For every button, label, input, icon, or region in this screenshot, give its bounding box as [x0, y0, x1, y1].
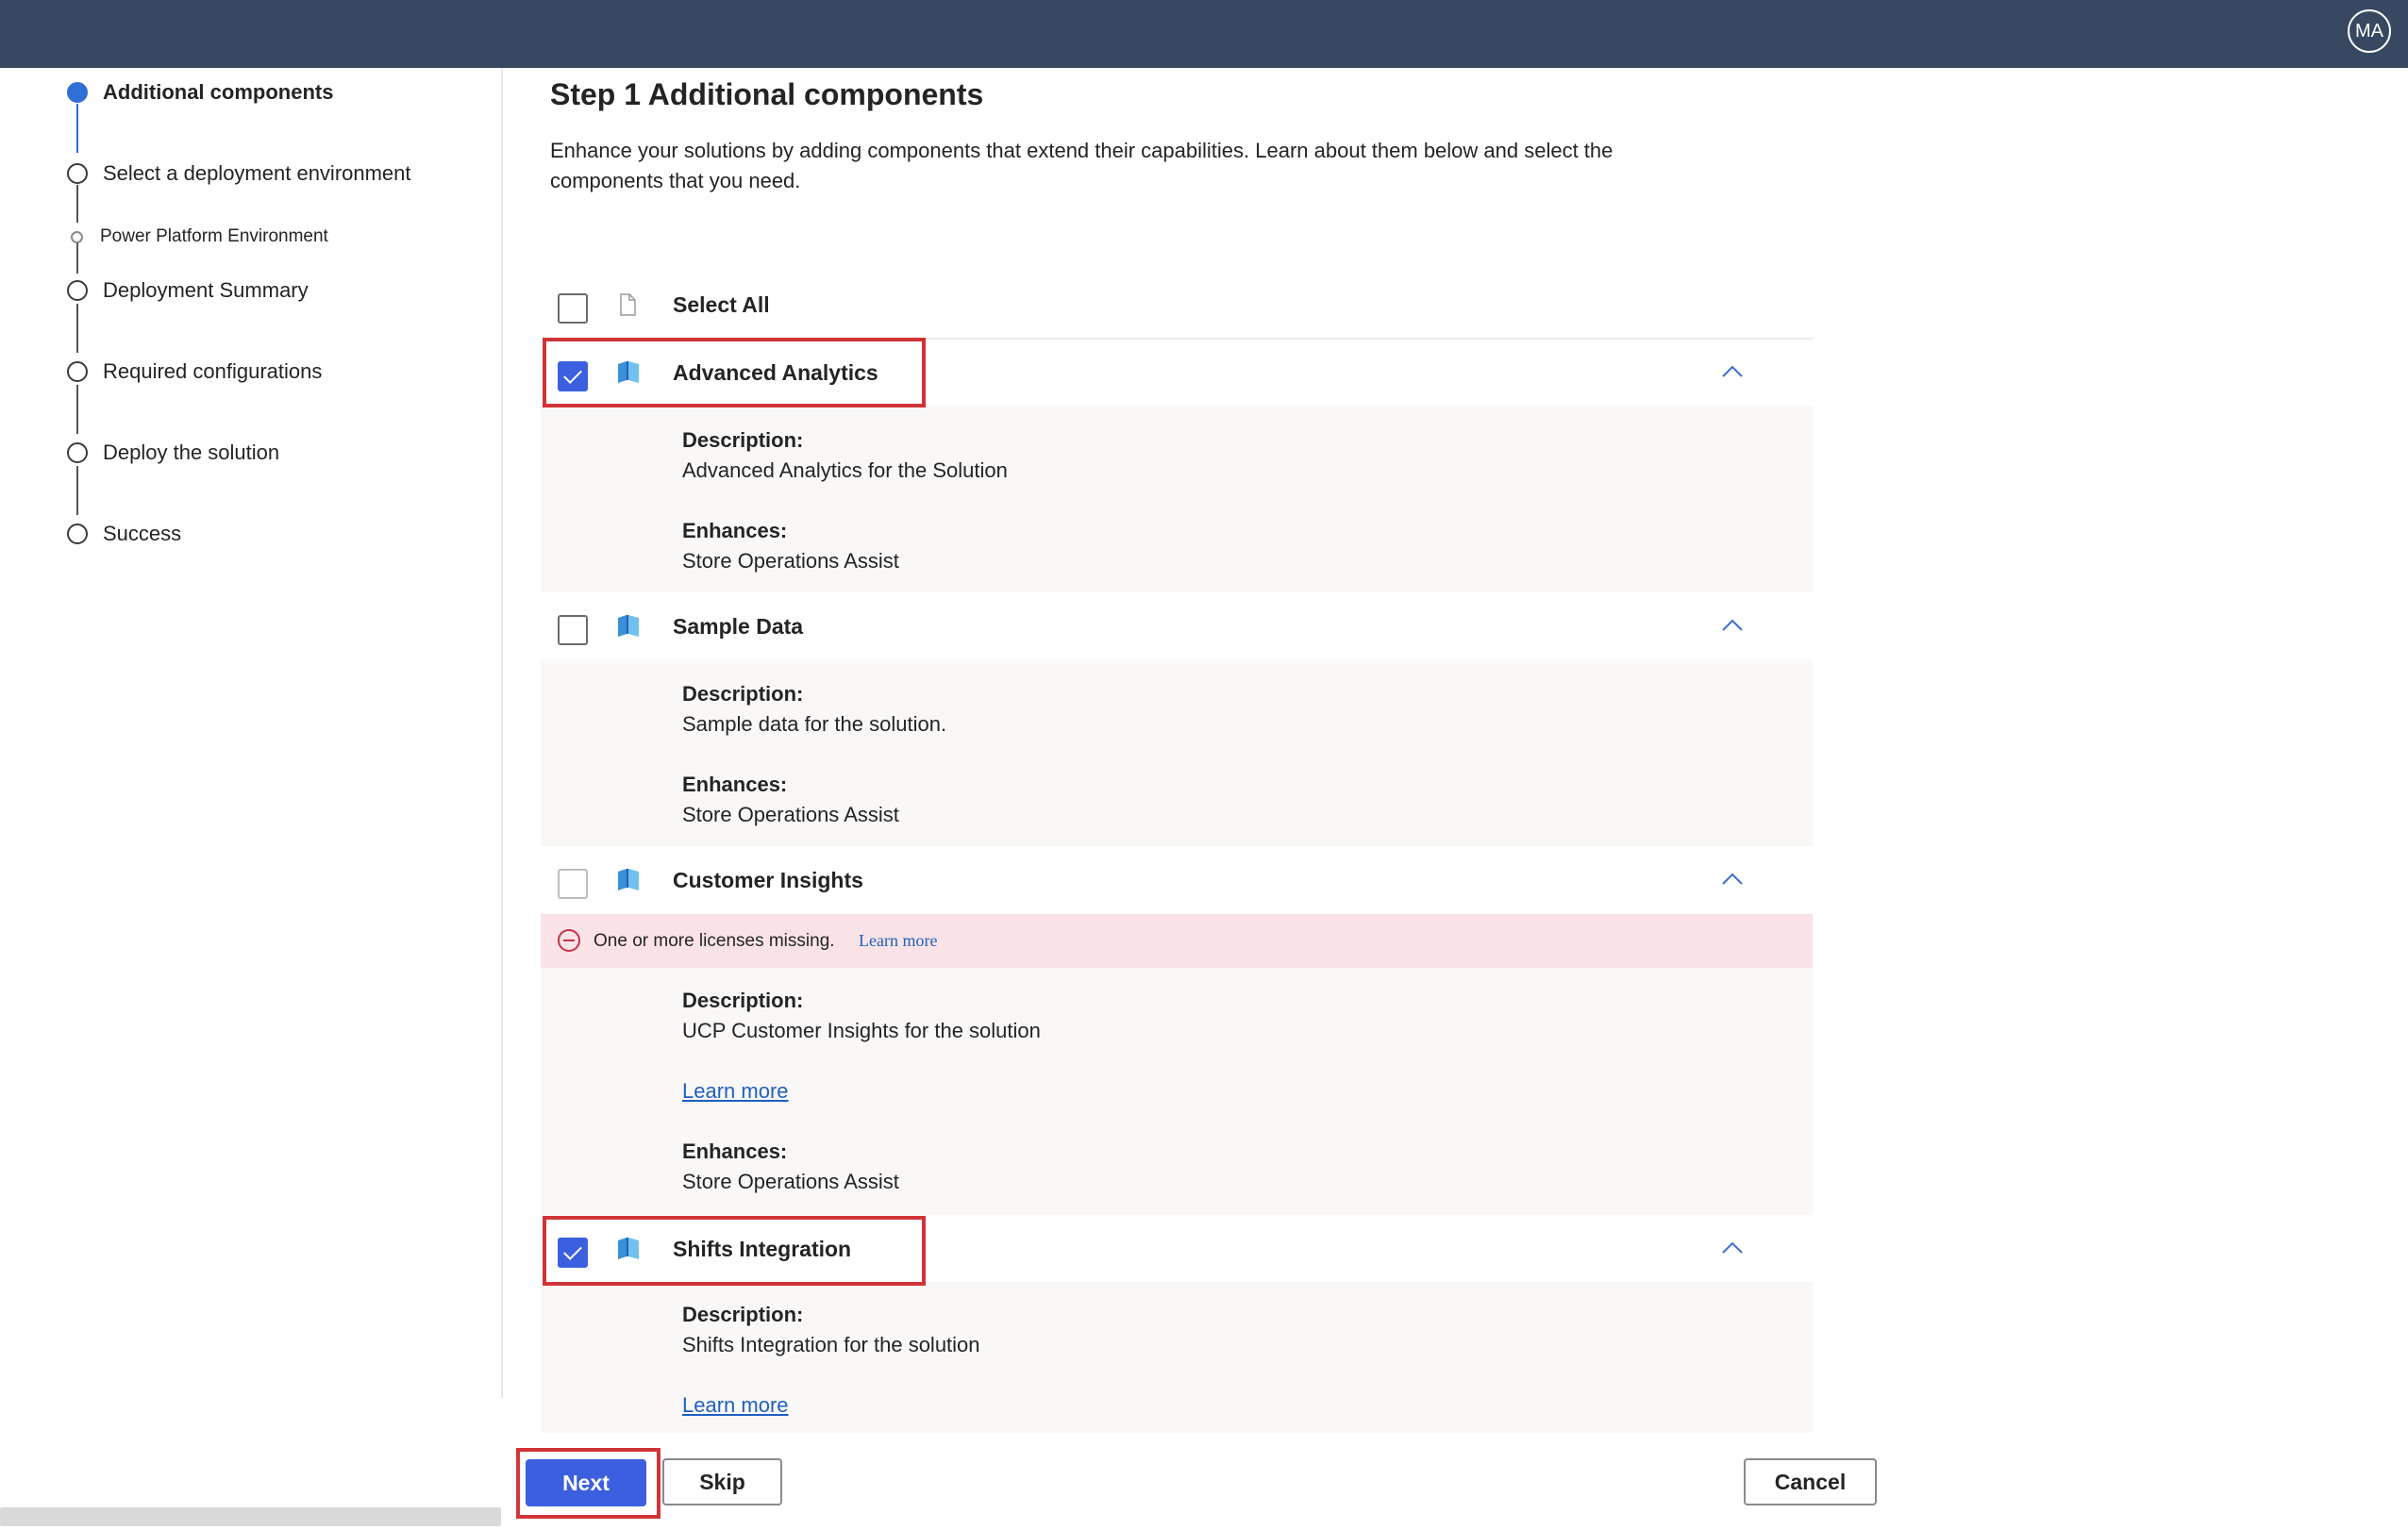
description-text: Advanced Analytics for the Solution: [682, 458, 1008, 482]
chevron-up-icon[interactable]: [1720, 1237, 1745, 1261]
error-circle-icon: [558, 929, 580, 952]
step-label: Deployment Summary: [103, 278, 309, 302]
step-label: Additional components: [103, 80, 334, 104]
substep-icon: [71, 230, 83, 243]
enhances-text: Store Operations Assist: [682, 549, 899, 573]
step-connector: [76, 466, 78, 515]
step-label: Power Platform Environment: [100, 226, 328, 246]
step-label: Success: [103, 522, 182, 545]
sidebar-stepper: [0, 68, 503, 1398]
highlight-box: [543, 338, 926, 407]
step-connector: [76, 385, 78, 434]
step-connector: [76, 240, 78, 274]
enhances-text: Store Operations Assist: [682, 1170, 899, 1193]
component-name: Sample Data: [673, 614, 804, 639]
step-label: Select a deployment environment: [103, 161, 411, 185]
step-active-icon: [67, 82, 88, 103]
chevron-up-icon[interactable]: [1720, 360, 1745, 385]
step-pending-icon: [67, 361, 88, 382]
enhances-label: Enhances:: [682, 773, 788, 796]
learn-more-link[interactable]: Learn more: [682, 1079, 789, 1104]
step-connector: [76, 304, 78, 353]
top-bar: MA: [0, 0, 2408, 68]
sample-data-checkbox[interactable]: [558, 615, 588, 645]
component-icon: [618, 615, 639, 637]
select-all-row: Select All: [541, 272, 1813, 340]
step-connector: [76, 104, 78, 153]
avatar-initials: MA: [2355, 20, 2383, 42]
license-missing-alert: One or more licenses missing. Learn more: [541, 914, 1813, 968]
component-details-sample-data: Description: Sample data for the solutio…: [541, 659, 1813, 846]
chevron-up-icon[interactable]: [1720, 614, 1745, 639]
component-details-advanced-analytics: Description: Advanced Analytics for the …: [541, 406, 1813, 592]
page-title: Step 1 Additional components: [550, 77, 984, 111]
document-icon: [620, 293, 636, 316]
step-label: Deploy the solution: [103, 441, 280, 464]
customer-insights-checkbox[interactable]: [558, 869, 588, 899]
chevron-up-icon[interactable]: [1720, 868, 1745, 892]
description-label: Description:: [682, 428, 804, 452]
enhances-text: Store Operations Assist: [682, 803, 899, 826]
step-connector: [76, 185, 78, 223]
skip-button[interactable]: Skip: [662, 1458, 782, 1505]
description-label: Description:: [682, 989, 804, 1012]
component-row-sample-data[interactable]: Sample Data: [541, 593, 1813, 659]
alert-text: One or more licenses missing.: [594, 931, 835, 951]
step-pending-icon: [67, 442, 88, 463]
enhances-label: Enhances:: [682, 1139, 788, 1163]
select-all-label: Select All: [673, 292, 770, 317]
enhances-label: Enhances:: [682, 519, 788, 542]
step-label: Required configurations: [103, 359, 323, 383]
component-details-shifts-integration: Description: Shifts Integration for the …: [541, 1282, 1813, 1433]
select-all-checkbox[interactable]: [558, 293, 588, 324]
step-pending-icon: [67, 163, 88, 184]
user-avatar[interactable]: MA: [2348, 9, 2391, 53]
description-label: Description:: [682, 1303, 804, 1326]
description-text: Shifts Integration for the solution: [682, 1333, 980, 1356]
next-button[interactable]: Next: [526, 1459, 646, 1506]
step-pending-icon: [67, 280, 88, 301]
component-icon: [618, 869, 639, 890]
description-text: Sample data for the solution.: [682, 712, 947, 736]
alert-learn-more-link[interactable]: Learn more: [859, 931, 937, 951]
sidebar-scrollbar[interactable]: [0, 1507, 501, 1526]
description-text: UCP Customer Insights for the solution: [682, 1019, 1041, 1042]
intro-text: Enhance your solutions by adding compone…: [550, 139, 1614, 192]
component-row-customer-insights[interactable]: Customer Insights: [541, 847, 1813, 913]
learn-more-link[interactable]: Learn more: [682, 1393, 789, 1418]
component-details-customer-insights: Description: UCP Customer Insights for t…: [541, 968, 1813, 1215]
highlight-box: [543, 1216, 926, 1286]
component-name: Customer Insights: [673, 868, 863, 892]
description-label: Description:: [682, 682, 804, 706]
step-pending-icon: [67, 524, 88, 544]
cancel-button[interactable]: Cancel: [1744, 1458, 1877, 1505]
